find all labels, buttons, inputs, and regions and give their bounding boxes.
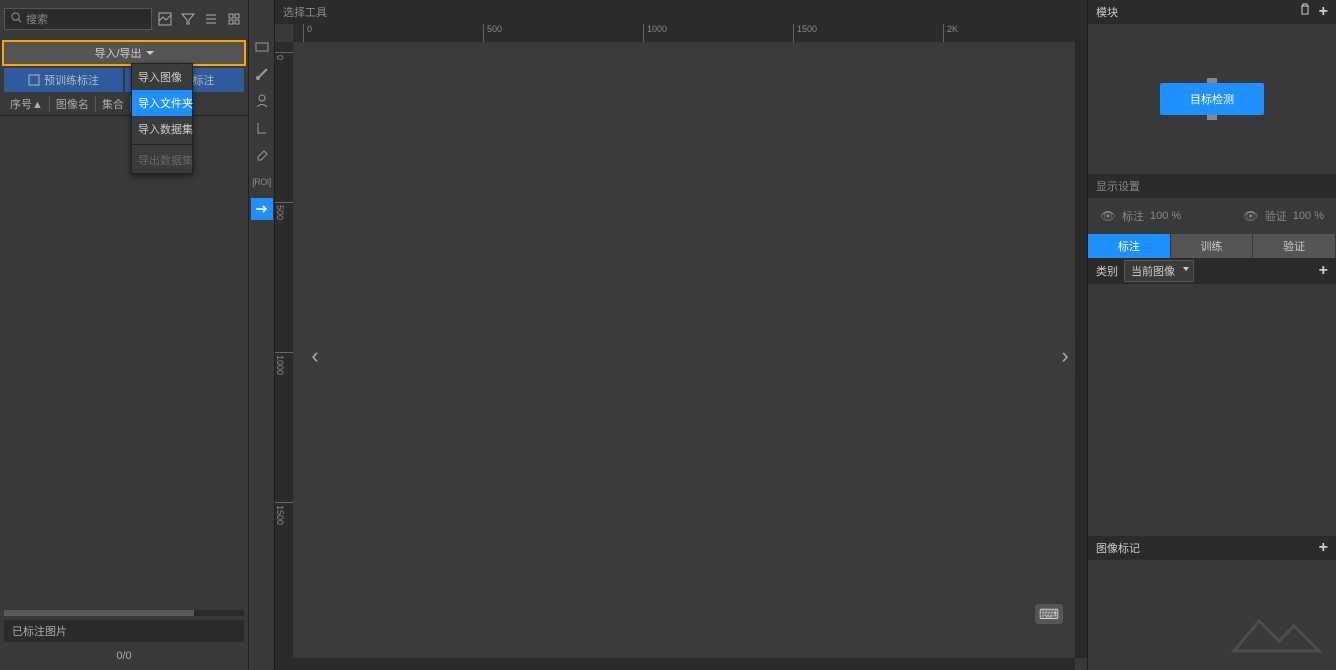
ruler-tick: 0 xyxy=(303,24,312,42)
search-icon xyxy=(11,12,22,26)
pretrain-label-button[interactable]: 预训练标注 xyxy=(4,68,123,92)
add-category-icon[interactable]: + xyxy=(1319,262,1328,280)
plus-icon[interactable]: + xyxy=(1319,3,1328,21)
module-title: 模块 xyxy=(1096,4,1118,20)
ruler-tick: 0 xyxy=(275,52,293,60)
eraser-tool[interactable] xyxy=(251,144,273,166)
ruler-tick: 500 xyxy=(275,202,293,220)
chevron-down-icon xyxy=(1183,267,1189,271)
add-marker-icon[interactable]: + xyxy=(1319,539,1328,557)
rect-tool[interactable] xyxy=(251,36,273,58)
import-export-button[interactable]: 导入/导出 xyxy=(4,42,244,64)
canvas-scrollbar-v[interactable] xyxy=(1075,42,1087,658)
module-panel-header: 模块 + xyxy=(1088,0,1336,24)
trash-icon[interactable] xyxy=(1299,3,1311,21)
category-list xyxy=(1088,284,1336,536)
watermark-icon xyxy=(1224,611,1324,664)
vis-pct-verify: 100 % xyxy=(1293,210,1324,222)
import-dropdown: 导入图像 导入文件夹 导入数据集 导出数据集 xyxy=(131,63,193,174)
vis-label-annotation: 标注 xyxy=(1122,208,1144,224)
module-graph: 目标检测 xyxy=(1088,24,1336,174)
marker-area xyxy=(1088,560,1336,670)
tab-annotation[interactable]: 标注 xyxy=(1088,234,1170,258)
prev-image-button[interactable]: ‹ xyxy=(297,333,333,379)
dropdown-import-dataset[interactable]: 导入数据集 xyxy=(132,116,192,142)
category-select-value: 当前图像 xyxy=(1131,266,1175,278)
file-list xyxy=(0,116,248,610)
left-scrollbar[interactable] xyxy=(4,610,244,616)
dropdown-import-image[interactable]: 导入图像 xyxy=(132,64,192,90)
dropdown-separator xyxy=(132,144,192,145)
status-bar: 已标注图片 xyxy=(4,620,244,642)
image-filter-icon[interactable] xyxy=(155,9,175,29)
count-label: 0/0 xyxy=(4,646,244,666)
tab-verify[interactable]: 验证 xyxy=(1253,234,1335,258)
marker-title: 图像标记 xyxy=(1096,540,1140,556)
vis-pct-annotation: 100 % xyxy=(1150,210,1181,222)
ruler-tick: 1500 xyxy=(793,24,817,42)
brush-tool[interactable] xyxy=(251,63,273,85)
import-export-label: 导入/导出 xyxy=(94,45,141,61)
ruler-tick: 1500 xyxy=(275,502,293,525)
tool-toolbar: [ROI] xyxy=(249,0,275,670)
ruler-tick: 1000 xyxy=(275,352,293,375)
search-placeholder: 搜索 xyxy=(26,11,48,27)
category-select[interactable]: 当前图像 xyxy=(1124,260,1194,282)
ruler-tick: 2K xyxy=(943,24,958,42)
display-header: 显示设置 xyxy=(1088,174,1336,198)
list-icon[interactable] xyxy=(201,9,221,29)
roi-tool[interactable]: [ROI] xyxy=(251,171,273,193)
col-name[interactable]: 图像名 xyxy=(50,96,96,112)
dropdown-import-folder[interactable]: 导入文件夹 xyxy=(132,90,192,116)
category-label: 类别 xyxy=(1096,263,1118,279)
canvas-scrollbar-h[interactable] xyxy=(293,658,1075,670)
arrow-tool[interactable] xyxy=(251,198,273,220)
col-set[interactable]: 集合 xyxy=(96,96,131,112)
dropdown-export-dataset: 导出数据集 xyxy=(132,147,192,173)
grid-icon[interactable] xyxy=(224,9,244,29)
vis-label-verify: 验证 xyxy=(1265,208,1287,224)
eye-icon[interactable]: 👁 xyxy=(1100,210,1116,222)
module-node[interactable]: 目标检测 xyxy=(1160,83,1264,115)
user-tool[interactable] xyxy=(251,90,273,112)
ruler-tick: 1000 xyxy=(643,24,667,42)
search-input[interactable]: 搜索 xyxy=(4,8,152,30)
eye-icon[interactable]: 👁 xyxy=(1243,210,1259,222)
keyboard-icon[interactable]: ⌨ xyxy=(1035,604,1063,624)
pretrain-label-text: 预训练标注 xyxy=(44,72,99,88)
canvas[interactable]: ‹ › ⌨ xyxy=(293,42,1087,670)
ruler-tick: 500 xyxy=(483,24,502,42)
funnel-icon[interactable] xyxy=(178,9,198,29)
chevron-down-icon xyxy=(146,51,154,55)
tab-train[interactable]: 训练 xyxy=(1171,234,1253,258)
center-header: 选择工具 xyxy=(275,0,1087,24)
shape-tool[interactable] xyxy=(251,117,273,139)
ruler-vertical: 0 500 1000 1500 xyxy=(275,42,293,670)
ruler-horizontal: 0 500 1000 1500 2K xyxy=(293,24,1087,42)
col-seq[interactable]: 序号▲ xyxy=(4,96,50,112)
